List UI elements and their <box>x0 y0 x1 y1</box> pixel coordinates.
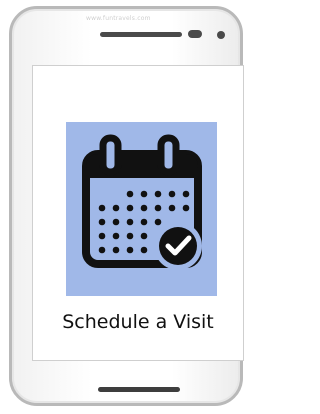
watermark-text: www.funtravels.com <box>86 15 151 22</box>
phone-screen: Schedule a Visit <box>32 65 244 361</box>
page: www.funtravels.com Schedule a Visit <box>0 0 254 414</box>
calendar-check-icon <box>82 134 202 270</box>
home-button[interactable] <box>98 387 180 392</box>
proximity-sensor <box>188 30 202 38</box>
phone-frame: www.funtravels.com Schedule a Visit <box>9 6 244 406</box>
front-camera <box>217 31 225 39</box>
check-badge <box>159 227 197 265</box>
speaker-grille <box>100 32 182 37</box>
calendar-ring-right <box>157 134 180 176</box>
schedule-visit-title[interactable]: Schedule a Visit <box>33 311 243 333</box>
calendar-ring-left <box>99 134 122 176</box>
schedule-visit-tile[interactable] <box>66 122 217 296</box>
